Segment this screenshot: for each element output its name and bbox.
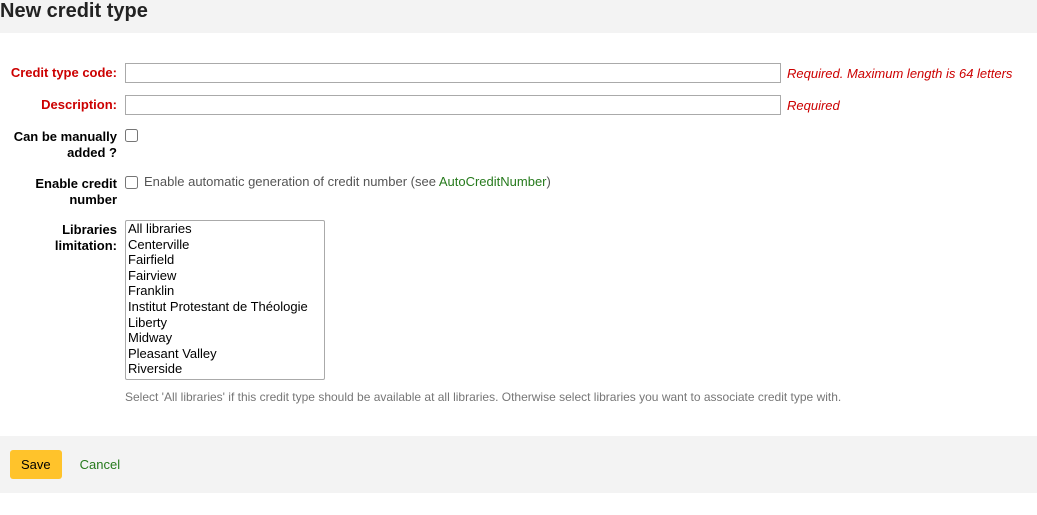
manual-checkbox[interactable] xyxy=(125,129,138,142)
description-hint: Required xyxy=(787,98,840,113)
save-button[interactable]: Save xyxy=(10,450,62,479)
description-input[interactable] xyxy=(125,95,781,115)
cancel-button[interactable]: Cancel xyxy=(80,457,120,472)
page-header: New credit type xyxy=(0,0,1037,33)
form-footer: Save Cancel xyxy=(0,436,1037,493)
library-option[interactable]: Fairview xyxy=(126,268,324,284)
library-option[interactable]: Fairfield xyxy=(126,252,324,268)
library-option[interactable]: All libraries xyxy=(126,221,324,237)
form-body: Credit type code: Required. Maximum leng… xyxy=(0,33,1037,436)
library-option[interactable]: Franklin xyxy=(126,283,324,299)
library-option[interactable]: Riverside xyxy=(126,361,324,377)
library-option[interactable]: Liberty xyxy=(126,315,324,331)
enable-number-checkbox[interactable] xyxy=(125,176,138,189)
description-label: Description: xyxy=(0,95,125,113)
code-label: Credit type code: xyxy=(0,63,125,81)
library-option[interactable]: Pleasant Valley xyxy=(126,346,324,362)
library-option[interactable]: Institut Protestant de Théologie xyxy=(126,299,324,315)
autocreditnumber-link[interactable]: AutoCreditNumber xyxy=(439,174,547,189)
enable-number-text-1: Enable automatic generation of credit nu… xyxy=(144,174,439,189)
libraries-label: Libraries limitation: xyxy=(0,220,125,255)
enable-number-text-2: ) xyxy=(547,174,551,189)
page-title: New credit type xyxy=(0,0,1027,23)
enable-number-label: Enable credit number xyxy=(0,174,125,209)
library-option[interactable]: Midway xyxy=(126,330,324,346)
code-input[interactable] xyxy=(125,63,781,83)
enable-number-text: Enable automatic generation of credit nu… xyxy=(144,174,551,189)
manual-label: Can be manually added ? xyxy=(0,127,125,162)
libraries-help: Select 'All libraries' if this credit ty… xyxy=(125,390,1022,404)
library-option[interactable]: Centerville xyxy=(126,237,324,253)
libraries-select[interactable]: All librariesCentervilleFairfieldFairvie… xyxy=(125,220,325,380)
code-hint: Required. Maximum length is 64 letters xyxy=(787,66,1012,81)
